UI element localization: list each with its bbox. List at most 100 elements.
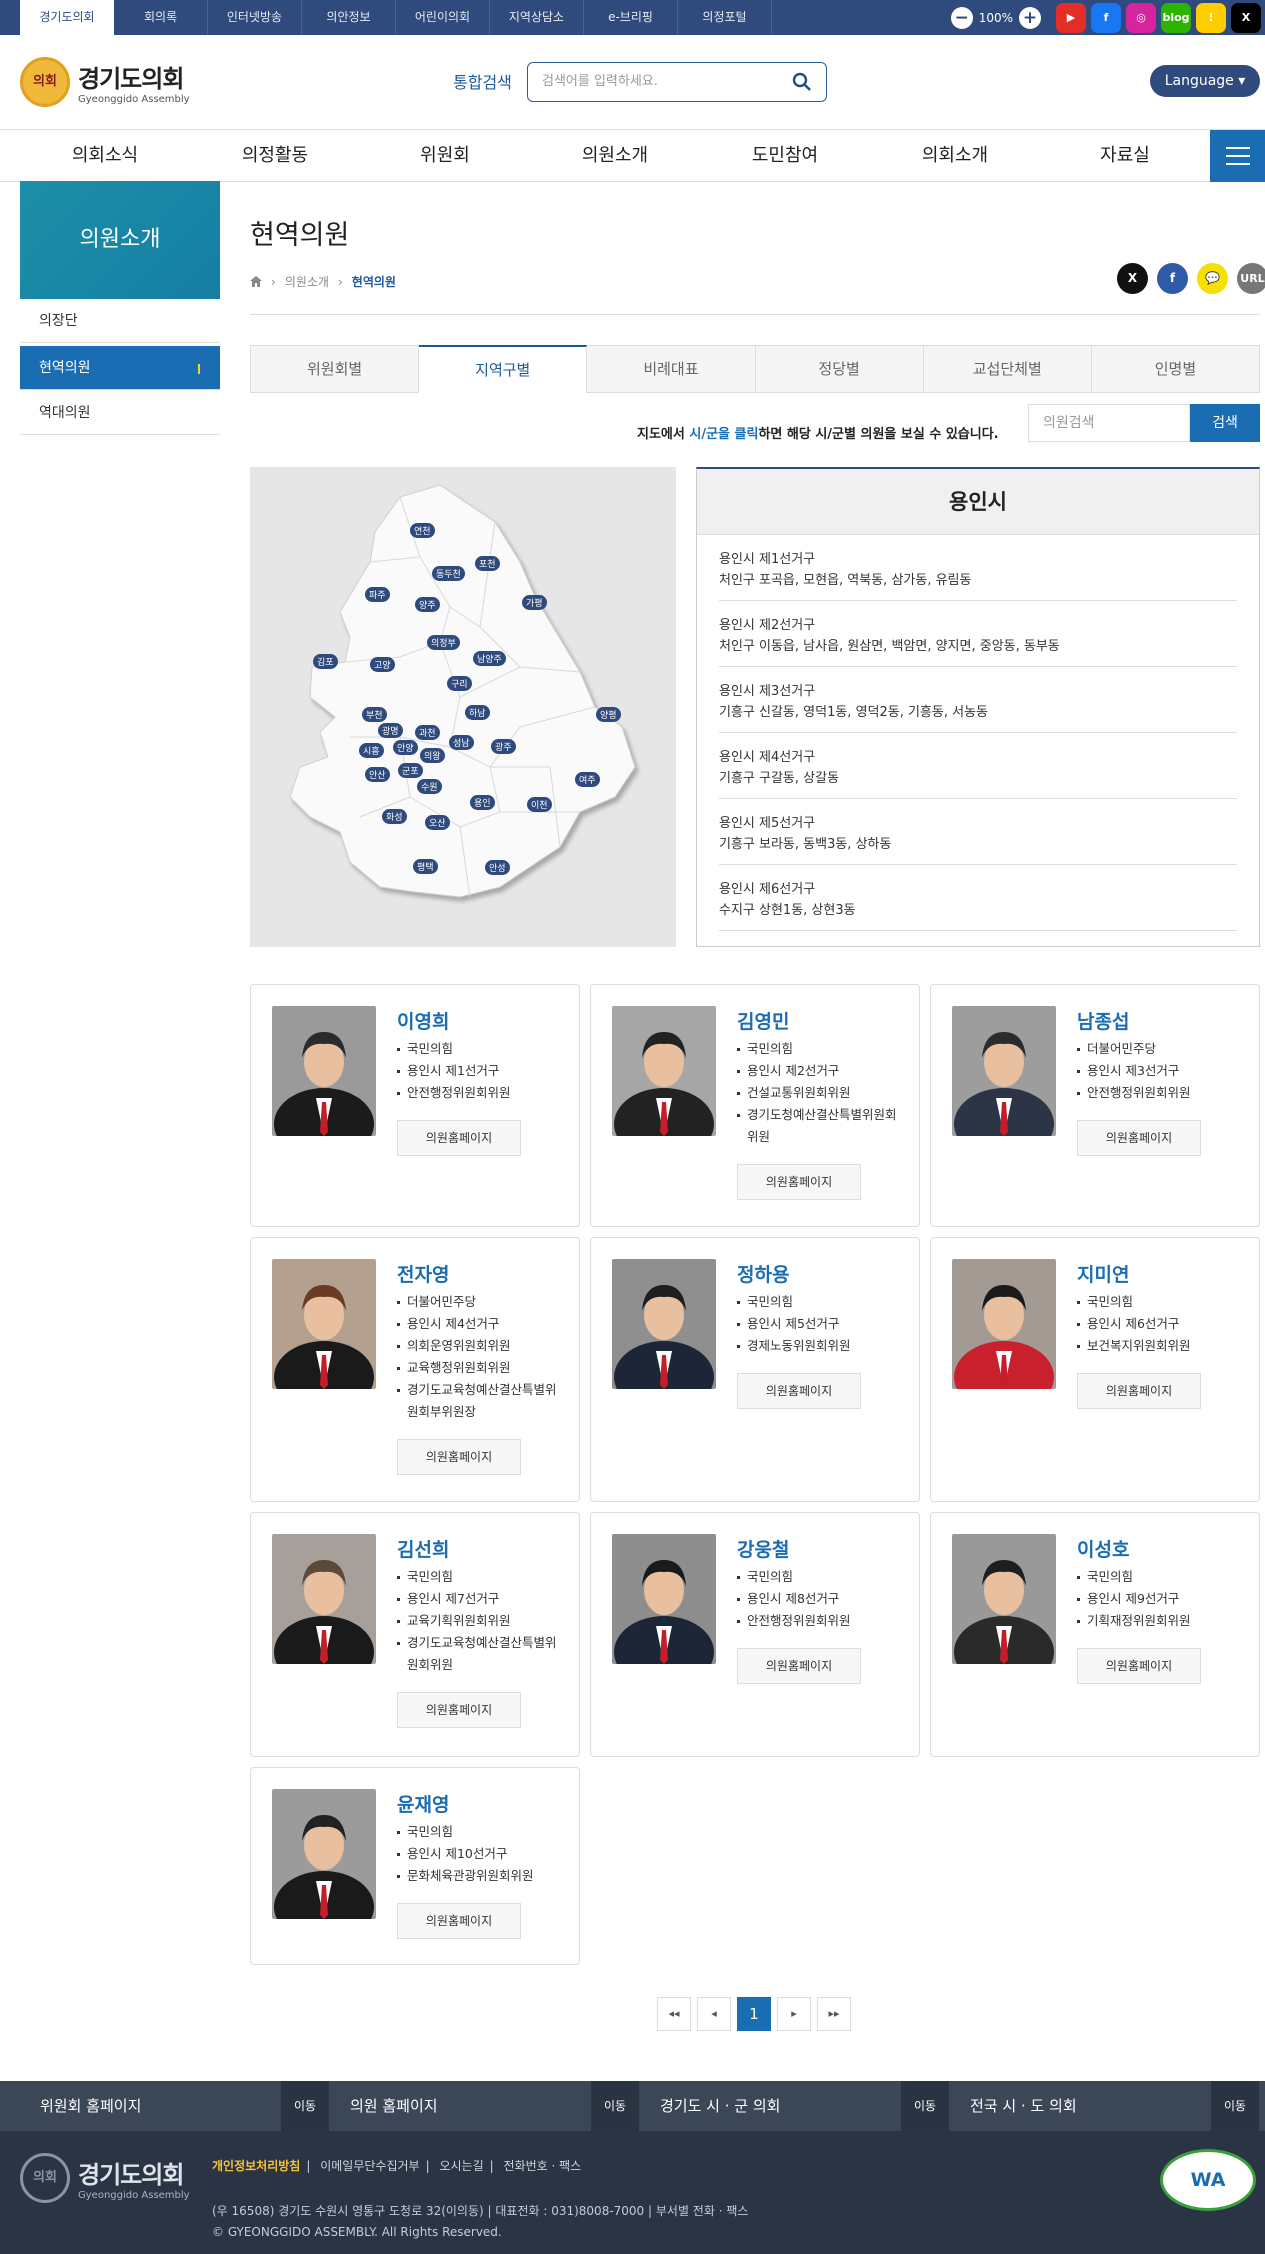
map-region-label[interactable]: 포천: [475, 556, 500, 571]
site-tab[interactable]: 지역상담소: [490, 0, 584, 35]
member-homepage-button[interactable]: 의원홈페이지: [737, 1373, 861, 1409]
map-region-label[interactable]: 양평: [596, 707, 621, 722]
side-nav-item[interactable]: 의장단: [20, 299, 220, 343]
map-region-label[interactable]: 군포: [398, 763, 423, 778]
map-region-label[interactable]: 의정부: [427, 635, 460, 650]
map-region-label[interactable]: 구리: [447, 676, 472, 691]
site-tab[interactable]: 경기도의회: [20, 0, 114, 35]
nav-item[interactable]: 의회소개: [885, 130, 1025, 182]
footer-menu-link[interactable]: 오시는길: [439, 2159, 483, 2173]
member-name[interactable]: 전자영: [397, 1260, 449, 1287]
x-icon[interactable]: X: [1231, 2, 1261, 33]
map-region-label[interactable]: 안성: [485, 860, 510, 875]
map-region-label[interactable]: 화성: [382, 809, 407, 824]
youtube-icon[interactable]: ▶: [1056, 2, 1086, 33]
map-region-label[interactable]: 안산: [365, 767, 390, 782]
x-share-icon[interactable]: X: [1117, 263, 1148, 294]
footer-menu-link[interactable]: 전화번호 · 팩스: [504, 2159, 582, 2173]
kakao-story-icon[interactable]: !: [1196, 2, 1226, 33]
url-copy-icon[interactable]: URL: [1237, 263, 1265, 294]
map-region-label[interactable]: 하남: [465, 705, 490, 720]
member-name[interactable]: 남종섭: [1077, 1007, 1129, 1034]
zoom-in-button[interactable]: +: [1019, 6, 1041, 29]
member-name[interactable]: 강웅철: [737, 1535, 789, 1562]
member-search-button[interactable]: 검색: [1190, 404, 1260, 442]
facebook-icon[interactable]: f: [1091, 2, 1121, 33]
footer-link-button[interactable]: 이동: [281, 2081, 329, 2131]
member-name[interactable]: 정하용: [737, 1260, 789, 1287]
site-logo[interactable]: 의회 경기도의회 Gyeonggido Assembly: [20, 57, 190, 107]
member-homepage-button[interactable]: 의원홈페이지: [737, 1648, 861, 1684]
instagram-icon[interactable]: ◎: [1126, 2, 1156, 33]
site-tab[interactable]: 어린이의회: [396, 0, 490, 35]
map-region-label[interactable]: 오산: [425, 815, 450, 830]
map-region-label[interactable]: 광명: [378, 723, 403, 738]
map-region-label[interactable]: 부천: [362, 707, 387, 722]
web-accessibility-mark-icon[interactable]: WA: [1160, 2149, 1256, 2211]
footer-link-button[interactable]: 이동: [1211, 2081, 1259, 2131]
map-region-label[interactable]: 안양: [393, 740, 418, 755]
map-region-label[interactable]: 동두천: [432, 566, 465, 581]
footer-menu-link[interactable]: 이메일무단수집거부: [320, 2159, 419, 2173]
footer-link-button[interactable]: 이동: [591, 2081, 639, 2131]
nav-item[interactable]: 도민참여: [715, 130, 855, 182]
map-region-label[interactable]: 파주: [365, 587, 390, 602]
last-page-button[interactable]: ▸▸: [817, 1997, 851, 2031]
map-region-label[interactable]: 남양주: [473, 651, 506, 666]
page-number[interactable]: 1: [737, 1997, 771, 2031]
first-page-button[interactable]: ◂◂: [657, 1997, 691, 2031]
zoom-out-button[interactable]: −: [950, 6, 973, 29]
blog-icon[interactable]: blog: [1161, 2, 1191, 33]
home-icon[interactable]: [250, 276, 262, 287]
member-name[interactable]: 김선희: [397, 1535, 449, 1562]
map-region-label[interactable]: 과천: [415, 725, 440, 740]
map-region-label[interactable]: 평택: [413, 859, 438, 874]
prev-page-button[interactable]: ◂: [697, 1997, 731, 2031]
map-region-label[interactable]: 수원: [417, 779, 442, 794]
site-tab[interactable]: e-브리핑: [584, 0, 678, 35]
search-icon[interactable]: [792, 72, 812, 92]
nav-item[interactable]: 의정활동: [205, 130, 345, 182]
tab-district[interactable]: 지역구별: [419, 345, 588, 393]
tab-party[interactable]: 정당별: [755, 345, 924, 393]
map-region-label[interactable]: 양주: [415, 597, 440, 612]
nav-item[interactable]: 위원회: [375, 130, 515, 182]
site-tab[interactable]: 인터넷방송: [208, 0, 302, 35]
map-region-label[interactable]: 이천: [527, 797, 552, 812]
site-tab[interactable]: 의안정보: [302, 0, 396, 35]
map-region-label[interactable]: 광주: [491, 739, 516, 754]
member-homepage-button[interactable]: 의원홈페이지: [1077, 1648, 1201, 1684]
site-tab[interactable]: 회의록: [114, 0, 208, 35]
map-region-label[interactable]: 용인: [470, 795, 495, 810]
side-nav-item-active[interactable]: 현역의원: [20, 346, 220, 390]
member-name[interactable]: 이성호: [1077, 1535, 1129, 1562]
tab-negotiation-group[interactable]: 교섭단체별: [923, 345, 1092, 393]
map-region-label[interactable]: 연천: [410, 523, 435, 538]
map-region-label[interactable]: 의왕: [420, 748, 445, 763]
member-homepage-button[interactable]: 의원홈페이지: [397, 1120, 521, 1156]
member-homepage-button[interactable]: 의원홈페이지: [397, 1692, 521, 1728]
map-region-label[interactable]: 가평: [522, 595, 547, 610]
nav-item[interactable]: 의회소식: [35, 130, 175, 182]
gyeonggi-map[interactable]: 연천포천동두천파주양주 가평의정부김포 고양 남양주 구리양평 하남 부천 광명 과천시흥 안양 의…: [250, 467, 676, 947]
member-name[interactable]: 윤재영: [397, 1790, 449, 1817]
breadcrumb-item[interactable]: 의원소개: [285, 273, 329, 290]
member-homepage-button[interactable]: 의원홈페이지: [1077, 1373, 1201, 1409]
member-homepage-button[interactable]: 의원홈페이지: [397, 1439, 521, 1475]
nav-item[interactable]: 의원소개: [545, 130, 685, 182]
nav-item[interactable]: 자료실: [1055, 130, 1195, 182]
site-tab[interactable]: 의정포털: [678, 0, 772, 35]
language-button[interactable]: Language ▾: [1150, 65, 1260, 97]
map-region-label[interactable]: 시흥: [359, 743, 384, 758]
member-name[interactable]: 이영희: [397, 1007, 449, 1034]
map-region-label[interactable]: 김포: [313, 654, 338, 669]
kakaotalk-share-icon[interactable]: 💬: [1197, 263, 1228, 294]
privacy-policy-link[interactable]: 개인정보처리방침: [212, 2159, 300, 2173]
member-homepage-button[interactable]: 의원홈페이지: [737, 1164, 861, 1200]
member-search-input[interactable]: 의원검색: [1028, 404, 1190, 442]
tab-proportional[interactable]: 비례대표: [587, 345, 756, 393]
member-name[interactable]: 김영민: [737, 1007, 789, 1034]
tab-name[interactable]: 인명별: [1091, 345, 1261, 393]
map-region-label[interactable]: 고양: [370, 657, 395, 672]
member-homepage-button[interactable]: 의원홈페이지: [397, 1903, 521, 1939]
